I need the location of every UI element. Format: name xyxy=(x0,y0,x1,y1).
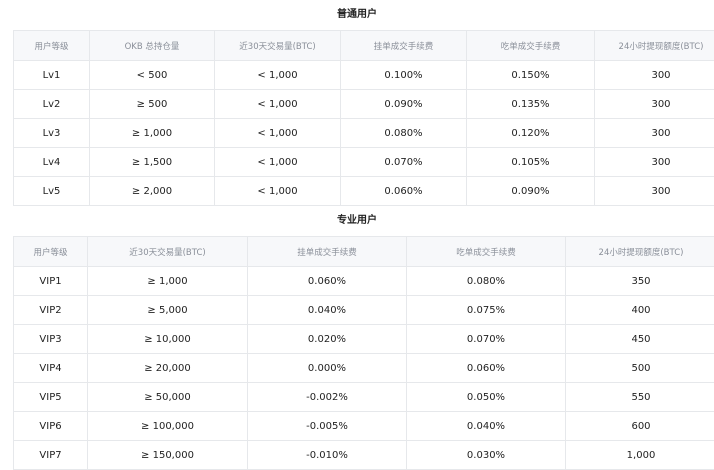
table-cell: < 1,000 xyxy=(215,61,341,90)
table-cell: < 500 xyxy=(90,61,215,90)
table-cell: < 1,000 xyxy=(215,177,341,206)
table-cell: 0.120% xyxy=(467,119,595,148)
table-cell: 0.060% xyxy=(248,267,407,296)
table-cell: Lv4 xyxy=(14,148,90,177)
table-cell: -0.005% xyxy=(248,412,407,441)
table-cell: < 1,000 xyxy=(215,90,341,119)
fee-schedule: 普通用户 用户等级OKB 总持仓量近30天交易量(BTC)挂单成交手续费吃单成交… xyxy=(0,0,714,469)
professional-users-table: 用户等级近30天交易量(BTC)挂单成交手续费吃单成交手续费24小时提现额度(B… xyxy=(13,236,714,470)
table-cell: -0.010% xyxy=(248,441,407,470)
column-header: 吃单成交手续费 xyxy=(407,237,566,267)
table-cell: 300 xyxy=(595,90,714,119)
table-cell: 0.090% xyxy=(467,177,595,206)
table-cell: 0.105% xyxy=(467,148,595,177)
table-cell: 0.060% xyxy=(341,177,467,206)
column-header: 24小时提现额度(BTC) xyxy=(566,237,714,267)
column-header: 近30天交易量(BTC) xyxy=(88,237,248,267)
table-row: Lv3≥ 1,000< 1,0000.080%0.120%300 xyxy=(14,119,714,148)
table-cell: 0.090% xyxy=(341,90,467,119)
table-cell: 0.150% xyxy=(467,61,595,90)
table-row: VIP6≥ 100,000-0.005%0.040%600 xyxy=(14,412,714,441)
professional-users-title: 专业用户 xyxy=(0,206,714,236)
table-cell: ≥ 1,000 xyxy=(88,267,248,296)
regular-users-table: 用户等级OKB 总持仓量近30天交易量(BTC)挂单成交手续费吃单成交手续费24… xyxy=(13,30,714,206)
table-cell: 550 xyxy=(566,383,714,412)
column-header: 吃单成交手续费 xyxy=(467,31,595,61)
column-header: 24小时提现额度(BTC) xyxy=(595,31,714,61)
table-cell: ≥ 100,000 xyxy=(88,412,248,441)
table-row: VIP5≥ 50,000-0.002%0.050%550 xyxy=(14,383,714,412)
table-cell: 0.040% xyxy=(248,296,407,325)
column-header: 挂单成交手续费 xyxy=(341,31,467,61)
table-cell: 0.040% xyxy=(407,412,566,441)
table-cell: 0.100% xyxy=(341,61,467,90)
table-cell: 300 xyxy=(595,177,714,206)
table-cell: 0.135% xyxy=(467,90,595,119)
table-cell: 450 xyxy=(566,325,714,354)
column-header: 近30天交易量(BTC) xyxy=(215,31,341,61)
table-cell: 0.050% xyxy=(407,383,566,412)
table-cell: Lv2 xyxy=(14,90,90,119)
table-cell: VIP4 xyxy=(14,354,88,383)
table-header-row: 用户等级近30天交易量(BTC)挂单成交手续费吃单成交手续费24小时提现额度(B… xyxy=(14,237,714,267)
table-cell: 300 xyxy=(595,148,714,177)
table-cell: 300 xyxy=(595,61,714,90)
table-row: Lv5≥ 2,000< 1,0000.060%0.090%300 xyxy=(14,177,714,206)
table-row: VIP3≥ 10,0000.020%0.070%450 xyxy=(14,325,714,354)
table-cell: VIP5 xyxy=(14,383,88,412)
table-cell: 0.070% xyxy=(341,148,467,177)
table-row: VIP4≥ 20,0000.000%0.060%500 xyxy=(14,354,714,383)
table-cell: 1,000 xyxy=(566,441,714,470)
table-cell: ≥ 50,000 xyxy=(88,383,248,412)
table-row: VIP7≥ 150,000-0.010%0.030%1,000 xyxy=(14,441,714,470)
table-cell: 0.020% xyxy=(248,325,407,354)
table-row: VIP2≥ 5,0000.040%0.075%400 xyxy=(14,296,714,325)
table-cell: 500 xyxy=(566,354,714,383)
table-row: VIP1≥ 1,0000.060%0.080%350 xyxy=(14,267,714,296)
table-cell: ≥ 500 xyxy=(90,90,215,119)
table-cell: 350 xyxy=(566,267,714,296)
table-cell: Lv5 xyxy=(14,177,90,206)
table-cell: < 1,000 xyxy=(215,119,341,148)
table-cell: 600 xyxy=(566,412,714,441)
table-cell: 300 xyxy=(595,119,714,148)
table-cell: VIP2 xyxy=(14,296,88,325)
table-cell: VIP7 xyxy=(14,441,88,470)
table-cell: 0.080% xyxy=(407,267,566,296)
table-cell: ≥ 20,000 xyxy=(88,354,248,383)
table-cell: 0.000% xyxy=(248,354,407,383)
table-cell: ≥ 2,000 xyxy=(90,177,215,206)
column-header: 用户等级 xyxy=(14,31,90,61)
table-cell: VIP6 xyxy=(14,412,88,441)
table-header-row: 用户等级OKB 总持仓量近30天交易量(BTC)挂单成交手续费吃单成交手续费24… xyxy=(14,31,714,61)
column-header: 挂单成交手续费 xyxy=(248,237,407,267)
table-cell: VIP1 xyxy=(14,267,88,296)
table-cell: ≥ 5,000 xyxy=(88,296,248,325)
table-cell: 0.075% xyxy=(407,296,566,325)
table-cell: 0.060% xyxy=(407,354,566,383)
table-cell: -0.002% xyxy=(248,383,407,412)
table-cell: 400 xyxy=(566,296,714,325)
regular-users-title: 普通用户 xyxy=(0,0,714,30)
table-cell: ≥ 1,500 xyxy=(90,148,215,177)
table-cell: ≥ 10,000 xyxy=(88,325,248,354)
table-cell: 0.080% xyxy=(341,119,467,148)
column-header: OKB 总持仓量 xyxy=(90,31,215,61)
column-header: 用户等级 xyxy=(14,237,88,267)
table-cell: Lv1 xyxy=(14,61,90,90)
table-row: Lv2≥ 500< 1,0000.090%0.135%300 xyxy=(14,90,714,119)
table-row: Lv1< 500< 1,0000.100%0.150%300 xyxy=(14,61,714,90)
table-cell: 0.070% xyxy=(407,325,566,354)
table-cell: ≥ 1,000 xyxy=(90,119,215,148)
table-cell: VIP3 xyxy=(14,325,88,354)
table-row: Lv4≥ 1,500< 1,0000.070%0.105%300 xyxy=(14,148,714,177)
table-cell: ≥ 150,000 xyxy=(88,441,248,470)
table-cell: 0.030% xyxy=(407,441,566,470)
table-cell: Lv3 xyxy=(14,119,90,148)
table-cell: < 1,000 xyxy=(215,148,341,177)
